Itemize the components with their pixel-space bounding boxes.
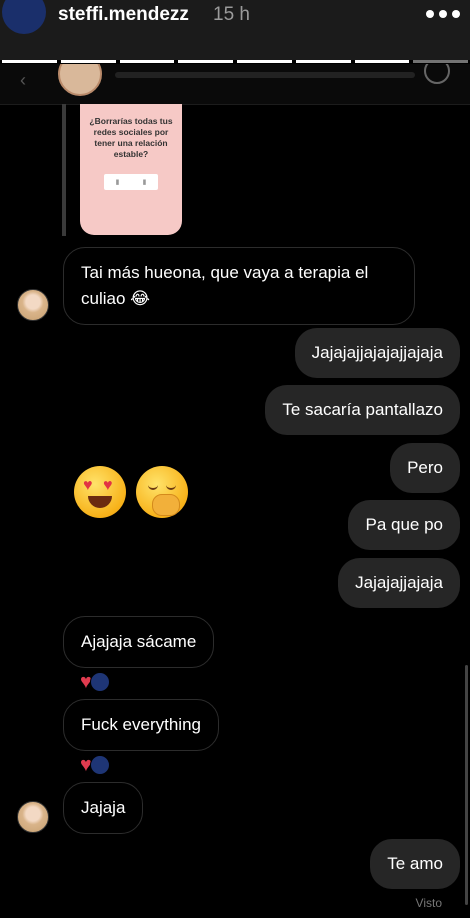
progress-segment — [119, 60, 175, 63]
progress-segment — [354, 60, 410, 63]
outgoing-message[interactable]: Te sacaría pantallazo — [265, 385, 460, 435]
outgoing-message[interactable]: Jajajajjajajajjajaja — [294, 328, 460, 378]
more-options-icon[interactable] — [426, 10, 460, 18]
message-reactions[interactable]: ♥ — [80, 755, 110, 775]
chat-contact-name-obscured — [115, 72, 415, 78]
incoming-message[interactable]: Ajajaja sácame — [63, 616, 215, 668]
story-avatar[interactable] — [2, 0, 46, 34]
progress-segment — [237, 60, 292, 63]
chat-contact-avatar[interactable] — [58, 64, 102, 96]
progress-segment — [413, 60, 468, 63]
seen-status: Visto — [415, 896, 442, 910]
back-arrow-icon[interactable]: ‹ — [20, 70, 26, 91]
heart-eyes-emoji[interactable]: ♥ ♥ — [74, 466, 126, 518]
story-username[interactable]: steffi.mendezz — [58, 4, 189, 26]
scrollbar[interactable] — [465, 665, 468, 905]
progress-segment — [2, 60, 57, 63]
hand-over-mouth-emoji[interactable] — [136, 466, 188, 518]
progress-segment — [178, 60, 233, 63]
outgoing-message[interactable]: Jajajajjajaja — [338, 558, 460, 608]
incoming-message[interactable]: Fuck everything — [63, 699, 219, 751]
story-time: 15 h — [213, 4, 250, 25]
chat-topbar: ‹ — [0, 64, 470, 105]
contact-avatar[interactable] — [17, 801, 49, 833]
outgoing-message[interactable]: Pa que po — [348, 500, 460, 550]
poll-sticker: ▮ ▮ — [104, 174, 158, 190]
story-header: steffi.mendezz 15 h — [0, 0, 470, 60]
progress-segment — [295, 60, 351, 63]
contact-avatar[interactable] — [17, 289, 49, 321]
reactor-avatar — [89, 755, 110, 775]
outgoing-message[interactable]: Pero — [390, 443, 460, 493]
incoming-message[interactable]: Tai más hueona, que vaya a terapia el cu… — [63, 247, 415, 325]
progress-segment — [60, 60, 116, 63]
shared-story-post[interactable]: ¿Borrarías todas tus redes sociales por … — [80, 104, 182, 235]
outgoing-message[interactable]: Te amo — [370, 839, 460, 889]
info-icon[interactable] — [424, 64, 450, 84]
reactor-avatar — [89, 672, 110, 692]
message-reactions[interactable]: ♥ — [80, 672, 110, 692]
reply-quote-bar — [62, 104, 66, 236]
post-question: ¿Borrarías todas tus redes sociales por … — [89, 116, 173, 159]
incoming-message[interactable]: Jajaja — [63, 782, 144, 834]
